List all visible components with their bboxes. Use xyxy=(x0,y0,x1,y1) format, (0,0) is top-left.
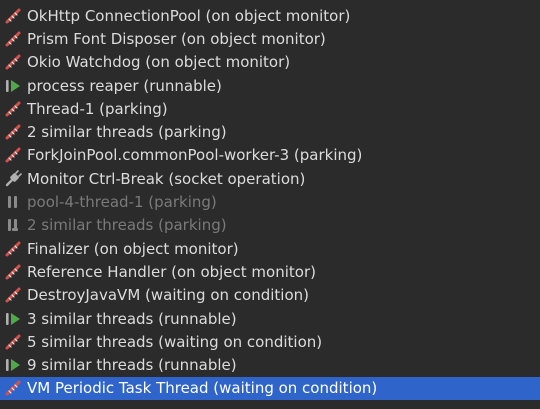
thread-label: VM Periodic Task Thread (waiting on cond… xyxy=(27,379,378,398)
thread-label: 3 similar threads (runnable) xyxy=(27,309,237,328)
thread-waiting-icon xyxy=(4,286,22,304)
thread-waiting-icon xyxy=(4,333,22,351)
thread-monitor-icon xyxy=(4,240,22,258)
thread-label: Finalizer (on object monitor) xyxy=(27,239,239,258)
thread-label: Okio Watchdog (on object monitor) xyxy=(27,53,291,72)
thread-label: Monitor Ctrl-Break (socket operation) xyxy=(27,169,306,188)
thread-row[interactable]: Monitor Ctrl-Break (socket operation) xyxy=(0,167,540,190)
thread-row[interactable]: OkHttp ConnectionPool (on object monitor… xyxy=(0,4,540,27)
thread-label: Thread-1 (parking) xyxy=(27,99,168,118)
paused-icon xyxy=(4,216,22,234)
thread-label: Reference Handler (on object monitor) xyxy=(27,262,316,281)
thread-parking-icon xyxy=(4,123,22,141)
thread-monitor-icon xyxy=(4,263,22,281)
thread-row[interactable]: Thread-1 (parking) xyxy=(0,97,540,120)
thread-parking-icon xyxy=(4,100,22,118)
thread-parking-icon xyxy=(4,146,22,164)
paused-icon xyxy=(4,193,22,211)
thread-runnable-icon xyxy=(4,77,22,95)
thread-row[interactable]: process reaper (runnable) xyxy=(0,74,540,97)
thread-label: ForkJoinPool.commonPool-worker-3 (parkin… xyxy=(27,146,363,165)
thread-label: pool-4-thread-1 (parking) xyxy=(27,193,217,212)
thread-row[interactable]: pool-4-thread-1 (parking) xyxy=(0,190,540,213)
thread-row[interactable]: ForkJoinPool.commonPool-worker-3 (parkin… xyxy=(0,144,540,167)
thread-monitor-icon xyxy=(4,30,22,48)
threads-list[interactable]: OkHttp ConnectionPool (on object monitor… xyxy=(0,0,540,409)
thread-label: 2 similar threads (parking) xyxy=(27,123,227,142)
thread-row[interactable]: 9 similar threads (runnable) xyxy=(0,353,540,376)
thread-waiting-icon xyxy=(4,379,22,397)
thread-monitor-icon xyxy=(4,7,22,25)
thread-monitor-icon xyxy=(4,53,22,71)
thread-row[interactable]: Prism Font Disposer (on object monitor) xyxy=(0,27,540,50)
thread-label: DestroyJavaVM (waiting on condition) xyxy=(27,286,310,305)
thread-row[interactable]: Finalizer (on object monitor) xyxy=(0,237,540,260)
thread-row[interactable]: 2 similar threads (parking) xyxy=(0,214,540,237)
thread-label: OkHttp ConnectionPool (on object monitor… xyxy=(27,6,351,25)
thread-label: Prism Font Disposer (on object monitor) xyxy=(27,29,326,48)
thread-row[interactable]: Okio Watchdog (on object monitor) xyxy=(0,51,540,74)
thread-label: 5 similar threads (waiting on condition) xyxy=(27,332,323,351)
thread-row[interactable]: VM Periodic Task Thread (waiting on cond… xyxy=(0,376,540,401)
thread-row[interactable]: 2 similar threads (parking) xyxy=(0,120,540,143)
thread-runnable-icon xyxy=(4,310,22,328)
socket-plug-icon xyxy=(4,169,22,188)
thread-label: 9 similar threads (runnable) xyxy=(27,356,237,375)
thread-row[interactable]: 3 similar threads (runnable) xyxy=(0,307,540,330)
thread-row[interactable]: DestroyJavaVM (waiting on condition) xyxy=(0,284,540,307)
thread-runnable-icon xyxy=(4,356,22,374)
thread-label: process reaper (runnable) xyxy=(27,76,222,95)
thread-row[interactable]: 5 similar threads (waiting on condition) xyxy=(0,330,540,353)
thread-row[interactable]: Reference Handler (on object monitor) xyxy=(0,260,540,283)
thread-label: 2 similar threads (parking) xyxy=(27,216,227,235)
